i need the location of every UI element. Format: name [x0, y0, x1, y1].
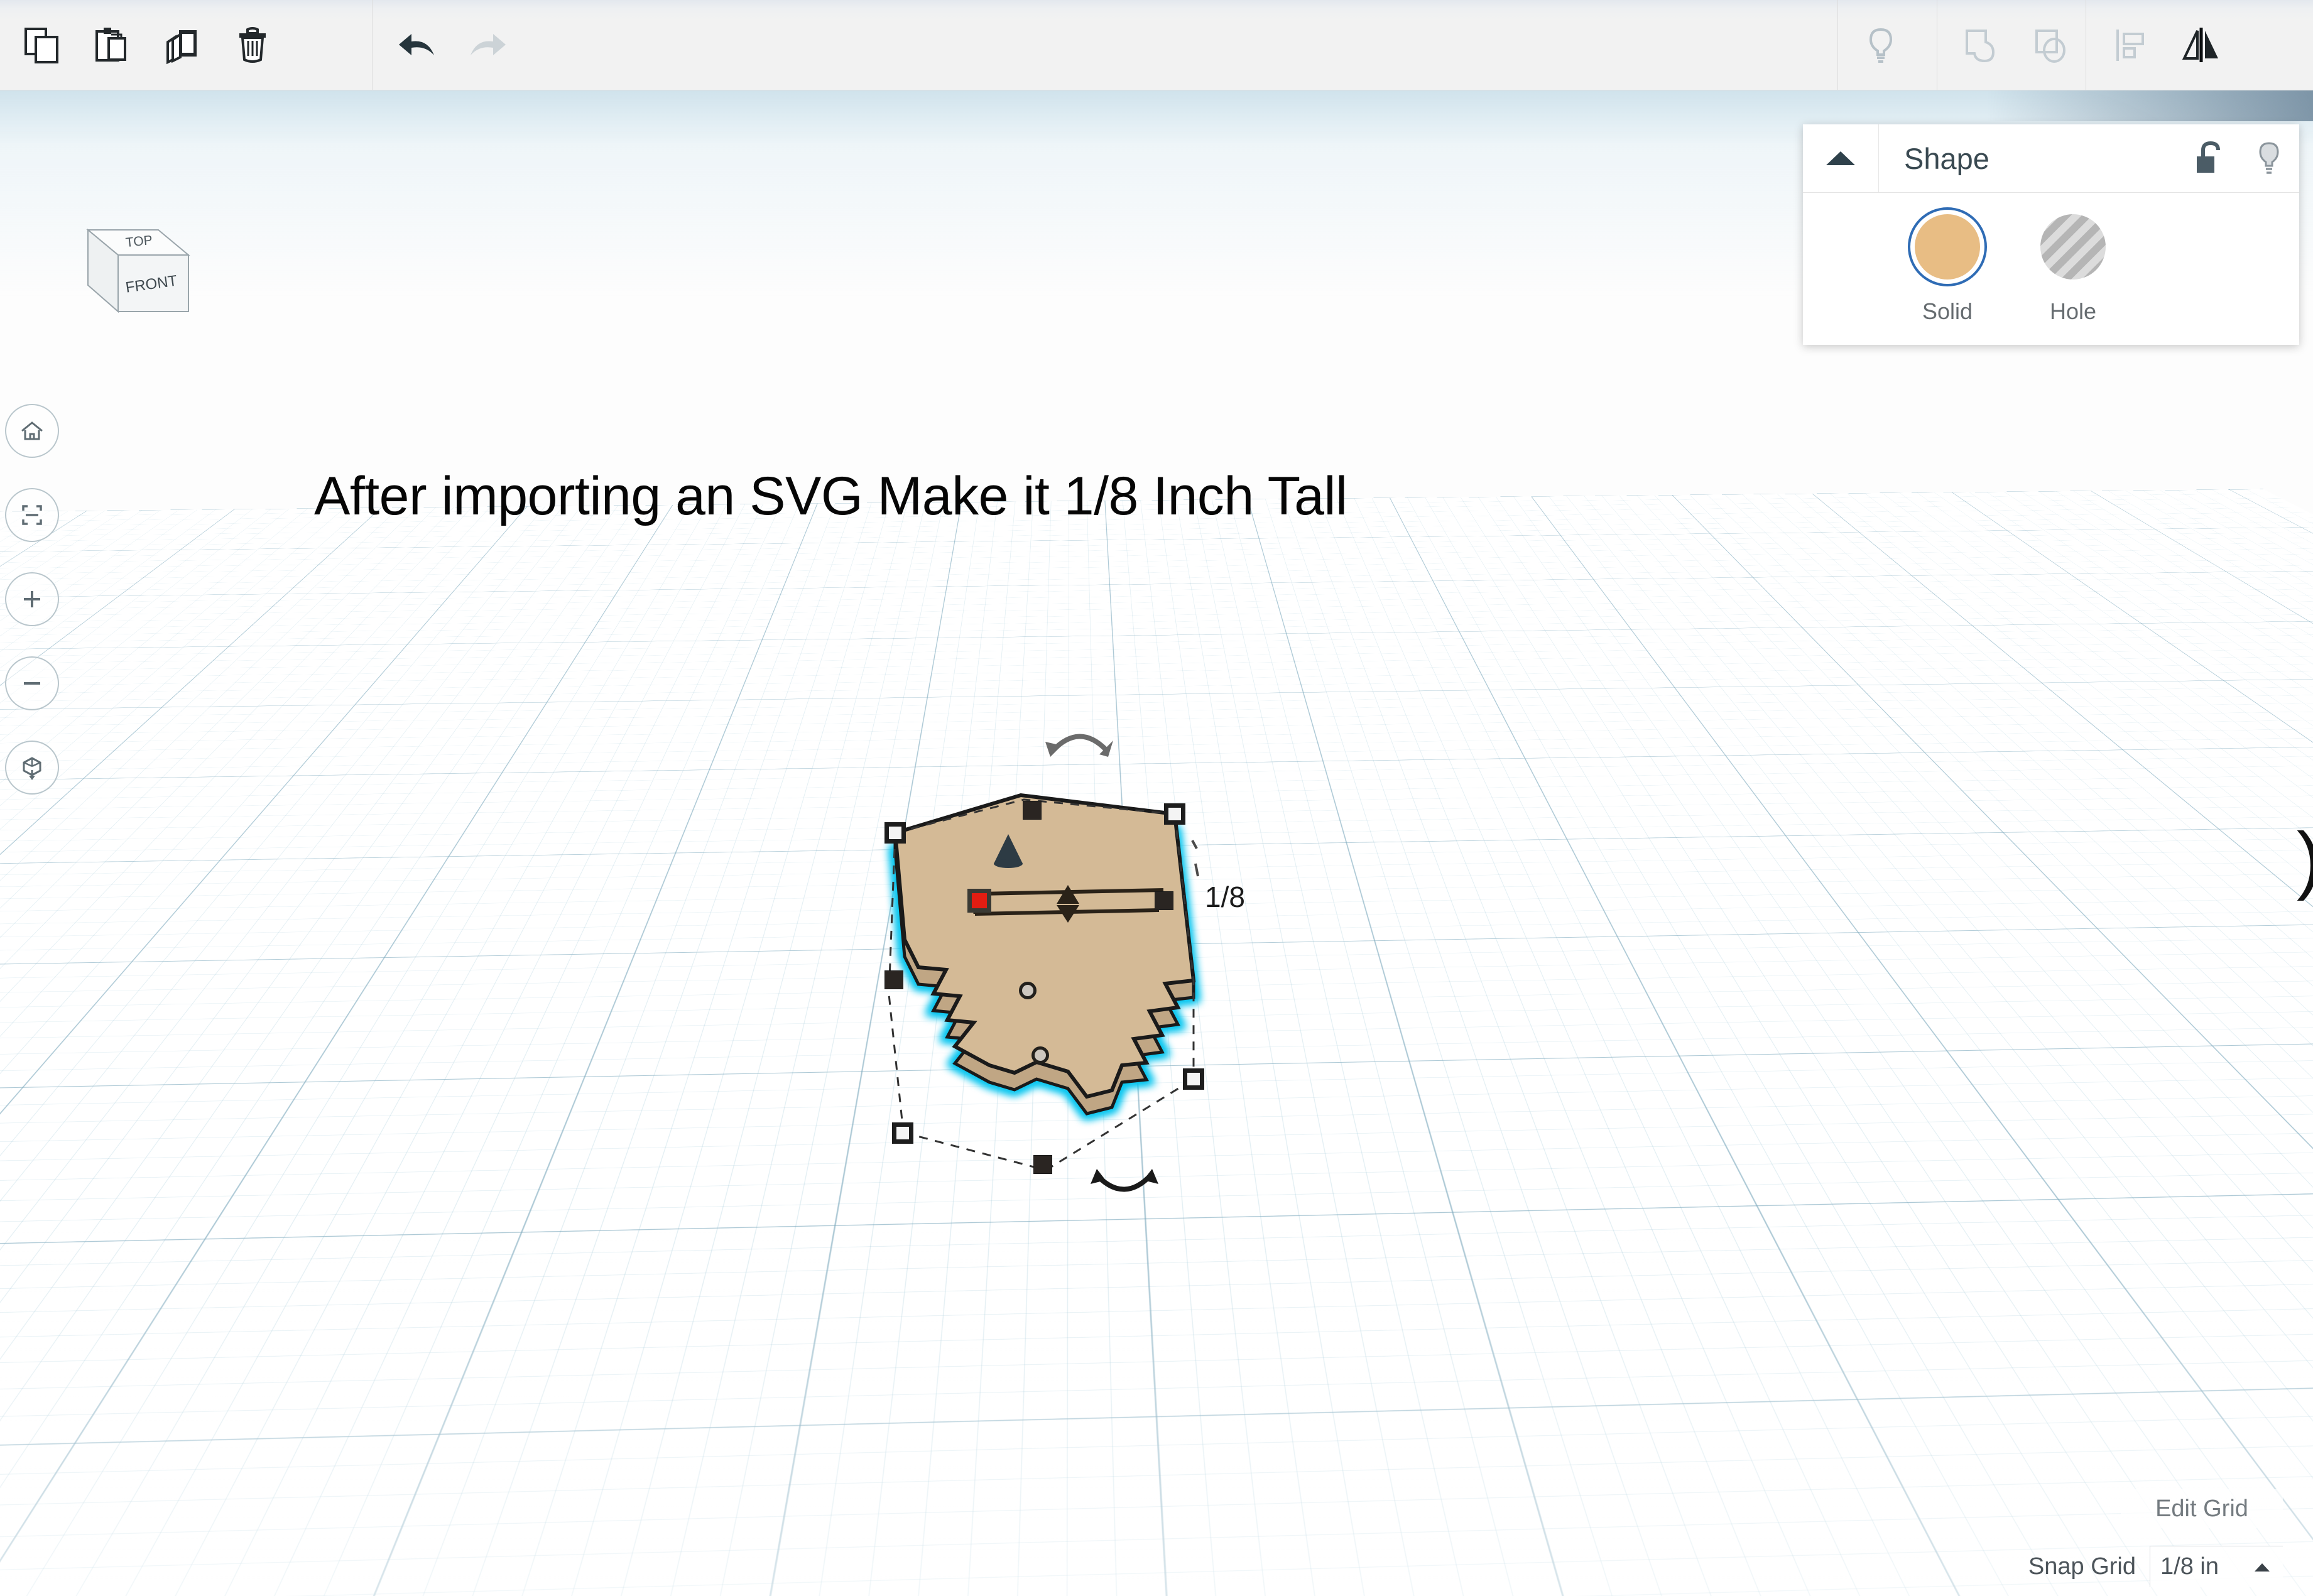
swatch-hole-option[interactable]: Hole — [2010, 214, 2136, 325]
align-button[interactable] — [2096, 10, 2166, 80]
height-scale-handle[interactable] — [967, 889, 991, 913]
top-toolbar — [0, 0, 2313, 90]
toolbar-group-ungroup-group — [1945, 0, 2086, 90]
edge-scale-handle-right[interactable] — [1155, 891, 1173, 910]
snap-grid-value: 1/8 in — [2160, 1553, 2251, 1580]
corner-scale-handle-bottom-right[interactable] — [1183, 1068, 1204, 1090]
ungroup-shapes-icon — [2031, 26, 2070, 65]
corner-scale-handle-top-right[interactable] — [1164, 803, 1185, 825]
hole-swatch[interactable] — [2040, 214, 2106, 280]
snap-grid-dropdown[interactable]: 1/8 in — [2150, 1546, 2283, 1587]
copy-icon — [22, 26, 61, 65]
shape-svg[interactable] — [879, 730, 1445, 1264]
shape-panel-header: Shape — [1803, 124, 2299, 193]
shape-panel-title: Shape — [1879, 141, 2179, 176]
toolbar-hint-group — [1846, 0, 1916, 90]
duplicate-button[interactable] — [147, 10, 217, 80]
toolbar-align-mirror-group — [2096, 0, 2236, 90]
fit-view-icon — [18, 501, 46, 529]
paste-button[interactable] — [77, 10, 147, 80]
home-view-button[interactable] — [5, 404, 59, 458]
edge-scale-handle-left[interactable] — [884, 970, 903, 989]
rotate-arrow-icon-top[interactable] — [1042, 718, 1117, 762]
clipped-edge-glyph: ) — [2297, 806, 2313, 925]
chevron-up-icon — [1824, 148, 1858, 169]
lock-toggle-button[interactable] — [2179, 124, 2239, 192]
undo-button[interactable] — [382, 10, 452, 80]
view-nav-buttons — [5, 404, 59, 825]
snap-grid-label: Snap Grid — [2028, 1553, 2136, 1580]
shape-panel-collapse-button[interactable] — [1803, 124, 1879, 192]
minus-icon — [18, 670, 46, 697]
solid-swatch[interactable] — [1915, 214, 1980, 280]
corner-scale-handle-top-left[interactable] — [884, 822, 906, 844]
undo-arrow-icon — [396, 29, 438, 62]
group-button[interactable] — [1945, 10, 2015, 80]
zoom-in-button[interactable] — [5, 572, 59, 626]
solid-swatch-label: Solid — [1922, 298, 1973, 325]
ungroup-button[interactable] — [2015, 10, 2086, 80]
swatch-solid-option[interactable]: Solid — [1885, 214, 2010, 325]
toolbar-left-group — [6, 0, 288, 90]
lightbulb-icon — [1863, 26, 1899, 65]
mirror-flip-icon — [2180, 26, 2222, 65]
rotate-arrow-icon-bottom[interactable] — [1087, 1164, 1162, 1208]
home-icon — [18, 417, 46, 445]
corner-scale-handle-bottom-left[interactable] — [892, 1122, 913, 1144]
trash-icon — [233, 26, 272, 65]
edit-grid-button[interactable]: Edit Grid — [2121, 1489, 2283, 1528]
align-icon — [2111, 26, 2150, 65]
height-dimension-label: 1/8 — [1205, 880, 1245, 914]
ortho-cube-icon — [18, 754, 46, 781]
grid-horizon-shadow — [1986, 90, 2313, 121]
hole-swatch-label: Hole — [2050, 298, 2096, 325]
redo-button[interactable] — [452, 10, 523, 80]
lightbulb-icon — [2255, 140, 2283, 176]
workplane-circle-handle-upper[interactable] — [1019, 982, 1037, 999]
tinkercad-editor: After importing an SVG Make it 1/8 Inch … — [0, 0, 2313, 1596]
copy-button[interactable] — [6, 10, 77, 80]
shape-panel-body: Solid Hole — [1803, 193, 2299, 345]
edge-scale-handle-bottom[interactable] — [1033, 1155, 1052, 1174]
secondary-dimension-ticks — [1192, 840, 1198, 876]
unlock-icon — [2193, 140, 2224, 176]
group-shapes-icon — [1961, 26, 2000, 65]
zoom-out-button[interactable] — [5, 656, 59, 710]
view-cube[interactable]: TOP FRONT — [58, 225, 193, 338]
duplicate-icon — [163, 26, 202, 65]
toolbar-divider-1 — [372, 0, 373, 90]
panel-hint-button[interactable] — [2239, 124, 2299, 192]
paste-icon — [92, 26, 131, 65]
show-hints-button[interactable] — [1846, 10, 1916, 80]
redo-arrow-icon — [467, 29, 508, 62]
workplane-circle-handle-lower[interactable] — [1031, 1046, 1049, 1064]
toolbar-divider-2 — [1837, 0, 1838, 90]
snap-grid-row: Snap Grid 1/8 in — [2028, 1546, 2283, 1587]
plus-icon — [18, 585, 46, 613]
edge-scale-handle-top[interactable] — [1023, 801, 1042, 820]
fit-view-button[interactable] — [5, 488, 59, 542]
delete-button[interactable] — [217, 10, 288, 80]
shape-inspector-panel: Shape Solid Hole — [1803, 124, 2299, 345]
annotation-text: After importing an SVG Make it 1/8 Inch … — [314, 465, 1347, 528]
selected-shape-group[interactable]: 1/8 — [879, 730, 1445, 1264]
ortho-perspective-toggle-button[interactable] — [5, 741, 59, 795]
mirror-button[interactable] — [2166, 10, 2236, 80]
toolbar-history-group — [382, 0, 523, 90]
view-cube-top-label: TOP — [125, 233, 153, 250]
chevron-up-icon — [2251, 1560, 2273, 1574]
